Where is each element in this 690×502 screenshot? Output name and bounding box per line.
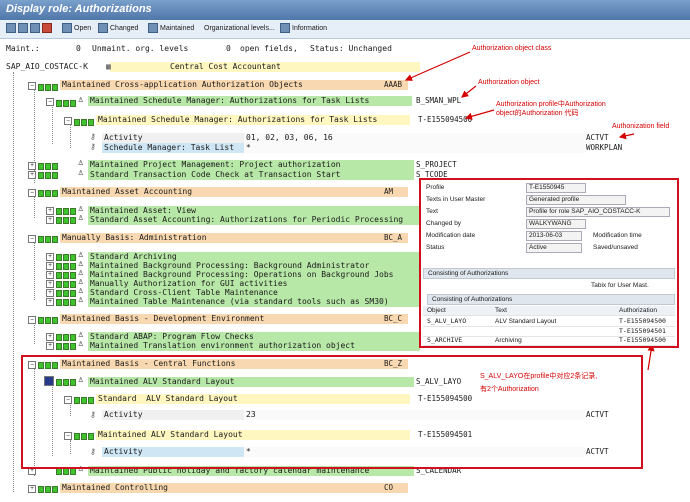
cell-text: Archiving <box>495 337 522 344</box>
profile-label: Profile <box>426 184 445 191</box>
annotation-object: Authorization object <box>478 79 540 86</box>
profile-details-popup: Profile T-E1550945 Texts in User Master … <box>419 178 679 348</box>
annotation-profile-line2: object的Authorization 代码 <box>496 110 579 117</box>
cell-object: S_ALV_LAYO <box>427 317 467 325</box>
column-authorization: Authorization <box>619 307 657 314</box>
text-label: Text <box>426 208 438 215</box>
table-header: Object Text Authorization <box>423 306 675 316</box>
section-title: Consisting of Authorizations <box>423 268 675 279</box>
annotation-field: Authonization field <box>612 123 670 130</box>
changed-by-label: Changed by <box>426 220 462 227</box>
table-row[interactable]: S_ALV_LAYO ALV Standard Layout T-E155094… <box>423 317 675 327</box>
column-object: Object <box>427 307 446 314</box>
cell-authorization: T-E155094501 <box>619 327 666 335</box>
table-title: Consisting of Authorizations <box>427 294 675 305</box>
text-value[interactable]: Profile for role SAP_AIO_COSTACC-K <box>526 207 670 217</box>
texts-user-master-label: Texts in User Master <box>426 196 486 203</box>
saved-unsaved-label: Saved/unsaved <box>593 244 638 251</box>
modification-date-value[interactable]: 2013-06-03 <box>526 231 582 241</box>
cell-authorization: T-E155094500 <box>619 336 666 344</box>
cell-authorization: T-E155094500 <box>619 317 666 325</box>
modification-time-label: Modification time <box>593 232 642 239</box>
highlight-box <box>21 355 643 469</box>
cell-object: S_ARCHIVE <box>427 336 463 344</box>
status-value[interactable]: Active <box>526 243 582 253</box>
profile-value[interactable]: T-E1550945 <box>526 183 586 193</box>
texts-user-master-value[interactable]: Generated profile <box>526 195 626 205</box>
annotation-object-class: Authorization object class <box>472 45 552 52</box>
modification-date-label: Modification date <box>426 232 476 239</box>
changed-by-value[interactable]: WALKYWANG <box>526 219 586 229</box>
status-label: Status <box>426 244 445 251</box>
table-row[interactable]: S_ARCHIVE Archiving T-E155094500 <box>423 336 675 346</box>
tabix-label: Tabix for User Mast. <box>591 282 649 289</box>
column-text: Text <box>495 307 507 314</box>
cell-text: ALV Standard Layout <box>495 318 557 325</box>
